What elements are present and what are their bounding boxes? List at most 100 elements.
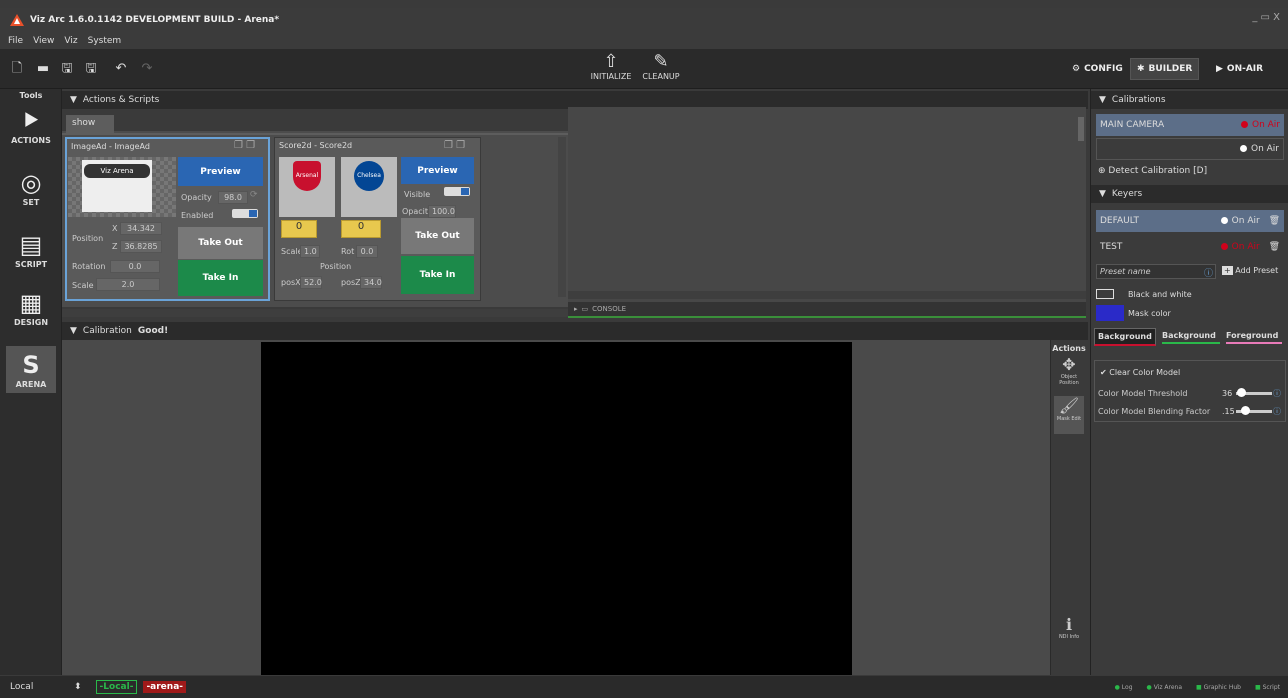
scale-field[interactable]: 1.0 [300, 245, 320, 258]
new-file-icon[interactable]: 🗋 [10, 62, 24, 76]
vertical-scrollbar[interactable] [558, 137, 566, 297]
keyer-default-label: DEFAULT [1100, 216, 1139, 226]
gear-icon: ⚙ [1072, 64, 1081, 74]
horizontal-scrollbar[interactable] [62, 309, 568, 317]
main-camera-row[interactable]: MAIN CAMERA On Air [1096, 114, 1284, 136]
detect-calibration-button[interactable]: ⊕ Detect Calibration [D] [1098, 166, 1207, 176]
builder-button[interactable]: ✱ BUILDER [1130, 58, 1200, 80]
ndi-info-button[interactable]: ℹ NDI Info [1052, 615, 1086, 641]
position-label: Position [320, 262, 352, 271]
script-status-button[interactable]: ■ Script [1255, 684, 1280, 691]
card-window-icon[interactable]: ❐ ❐ [234, 140, 255, 151]
sidebar-item-script[interactable]: ▤ SCRIPT [0, 230, 62, 269]
actions-icon: ⯈ [21, 107, 41, 135]
tab-foreground[interactable]: Foreground [1226, 331, 1282, 344]
save-icon[interactable]: 🖫 [60, 62, 74, 76]
app-logo-icon [10, 14, 24, 26]
panel-horizontal-scrollbar[interactable] [568, 291, 1086, 299]
posx-field[interactable]: 52.0 [300, 276, 322, 289]
score2d-take-in-button[interactable]: Take In [401, 256, 474, 294]
trash-icon[interactable]: 🗑 [1269, 242, 1280, 252]
cleanup-button[interactable]: ✎ CLEANUP [636, 52, 686, 82]
enabled-toggle[interactable] [232, 209, 258, 219]
keyers-header[interactable]: ▼ Keyers [1091, 185, 1288, 203]
black-white-toggle[interactable] [1096, 289, 1114, 299]
score2-field[interactable]: 0 [341, 220, 381, 238]
opacity-field[interactable]: 98.0 [218, 191, 248, 204]
sidebar-item-arena[interactable]: S ARENA [6, 346, 56, 393]
object-position-button[interactable]: ✥ Object Position [1052, 356, 1086, 387]
tab-background[interactable]: Background [1094, 328, 1156, 346]
info-icon: ℹ [1065, 615, 1073, 634]
threshold-value: 36 [1222, 389, 1233, 398]
menu-viz[interactable]: Viz [64, 36, 77, 46]
posz-field[interactable]: 34.0 [360, 276, 382, 289]
mask-color-swatch[interactable] [1096, 305, 1124, 321]
save-as-icon[interactable]: 🖫 [84, 62, 98, 76]
rot-field[interactable]: 0.0 [356, 245, 378, 258]
calibrations-header[interactable]: ▼ Calibrations [1091, 91, 1288, 109]
graphic-hub-button[interactable]: ■ Graphic Hub [1196, 684, 1241, 691]
config-button[interactable]: ⚙ CONFIG [1066, 58, 1129, 80]
preset-name-input[interactable]: Preset name [1096, 264, 1216, 279]
trash-icon[interactable]: 🗑 [1269, 216, 1280, 226]
console-bar[interactable]: ▸ ▭ CONSOLE [568, 302, 1086, 318]
threshold-slider-handle[interactable] [1237, 388, 1246, 397]
profile-local-button[interactable]: -Local- [95, 680, 138, 694]
design-icon: ▦ [19, 289, 43, 317]
info-icon[interactable]: ⓘ [1204, 266, 1213, 279]
open-folder-icon[interactable]: ▬ [36, 62, 50, 76]
position-z-field[interactable]: 36.8285 [120, 240, 162, 253]
opacity-field[interactable]: 100.0 [428, 205, 456, 218]
info-icon[interactable]: ⓘ [1273, 406, 1281, 417]
viz-arena-button[interactable]: ● Viz Arena [1147, 684, 1182, 691]
panel-scrollbar-thumb[interactable] [1078, 117, 1084, 141]
info-icon[interactable]: ⓘ [1273, 388, 1281, 399]
score2d-preview-button[interactable]: Preview [401, 157, 474, 184]
undo-icon[interactable]: ↶ [114, 62, 128, 76]
imagead-preview-button[interactable]: Preview [178, 157, 263, 186]
menu-view[interactable]: View [33, 36, 54, 46]
initialize-button[interactable]: ⇧ INITIALIZE [586, 52, 636, 82]
tab-show[interactable]: show [66, 115, 114, 133]
menu-file[interactable]: File [8, 36, 23, 46]
detect-calibration-label: Detect Calibration [D] [1108, 166, 1208, 176]
play-icon: ▶ [1216, 64, 1223, 74]
rot-label: Rot [341, 247, 355, 256]
scale-field[interactable]: 2.0 [96, 278, 160, 291]
score2d-take-out-button[interactable]: Take Out [401, 218, 474, 254]
script-label: SCRIPT [14, 260, 48, 269]
menu-system[interactable]: System [88, 36, 122, 46]
window-controls[interactable]: _ ▭ X [1252, 12, 1280, 23]
video-preview[interactable] [261, 342, 852, 675]
tools-header: Tools [19, 91, 43, 100]
imagead-take-in-button[interactable]: Take In [178, 260, 263, 296]
dropdown-icon[interactable]: ⬍ [74, 682, 82, 692]
profile-arena-button[interactable]: -arena- [143, 681, 187, 693]
mask-edit-button[interactable]: 🖌 Mask Edit [1054, 396, 1084, 434]
score1-field[interactable]: 0 [281, 220, 317, 238]
keyer-test-row[interactable]: TEST On Air 🗑 [1096, 236, 1284, 258]
log-button[interactable]: ● Log [1115, 684, 1133, 691]
keyer-default-row[interactable]: DEFAULT On Air 🗑 [1096, 210, 1284, 232]
add-preset-button[interactable]: + Add Preset [1222, 266, 1278, 275]
redo-icon[interactable]: ↷ [140, 62, 154, 76]
on-air-button[interactable]: ▶ ON-AIR [1210, 58, 1269, 80]
rotation-field[interactable]: 0.0 [110, 260, 160, 273]
reset-icon[interactable]: ⟳ [250, 190, 258, 200]
sidebar-item-set[interactable]: ◎ SET [0, 168, 62, 207]
sidebar-item-actions[interactable]: ⯈ ACTIONS [0, 106, 62, 145]
calibration-header[interactable]: ▼ Calibration Good! [62, 322, 1088, 340]
clear-color-model-button[interactable]: ✔ Clear Color Model [1100, 368, 1180, 377]
imagead-take-out-button[interactable]: Take Out [178, 227, 263, 259]
blending-slider-handle[interactable] [1241, 406, 1250, 415]
position-x-field[interactable]: 34.342 [120, 222, 162, 235]
on-air-row[interactable]: On Air [1096, 138, 1284, 160]
card-window-icon[interactable]: ❐ ❐ [444, 140, 465, 151]
opacity-label: Opacity [181, 193, 212, 202]
visible-toggle[interactable] [444, 187, 470, 197]
sidebar-item-design[interactable]: ▦ DESIGN [0, 288, 62, 327]
local-label: Local [10, 682, 34, 692]
tab-background-green[interactable]: Background [1162, 331, 1220, 344]
viz-arena-label: Viz Arena [1153, 683, 1182, 691]
